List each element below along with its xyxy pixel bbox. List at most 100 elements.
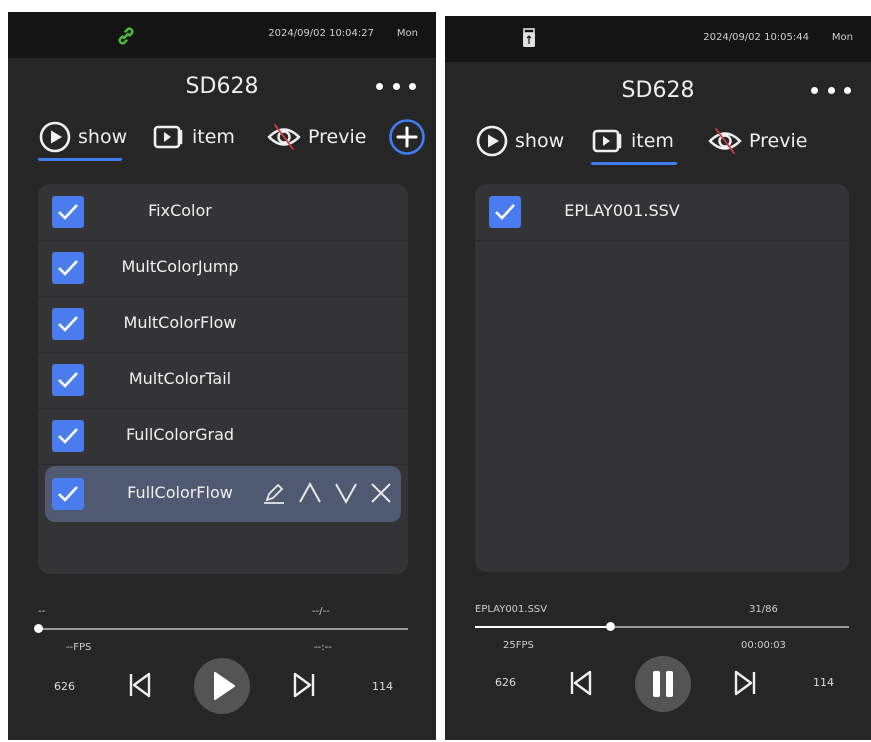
- device-title: SD628: [621, 78, 695, 103]
- item-label: EPLAY001.SSV: [564, 201, 680, 220]
- item-checkbox[interactable]: [52, 196, 84, 228]
- status-day: Mon: [396, 28, 418, 39]
- check-icon: [58, 204, 78, 220]
- tab-bar: show item Previe: [445, 122, 871, 165]
- tab-preview[interactable]: Previe: [266, 118, 366, 156]
- add-button[interactable]: [388, 118, 426, 156]
- list-item[interactable]: MultColorFlow: [38, 296, 408, 353]
- tab-label: show: [515, 130, 565, 152]
- eye-off-icon: [708, 128, 742, 154]
- previous-button[interactable]: [126, 670, 154, 700]
- list-item[interactable]: MultColorTail: [38, 352, 408, 409]
- tab-bar: show item Previe: [8, 118, 436, 161]
- pause-icon: [653, 671, 673, 697]
- video-file-icon: [592, 129, 622, 153]
- fps-label: --FPS: [66, 642, 92, 653]
- next-button[interactable]: [290, 670, 318, 700]
- item-list: EPLAY001.SSV: [475, 184, 849, 572]
- check-icon: [58, 372, 78, 388]
- list-item[interactable]: MultColorJump: [38, 240, 408, 297]
- more-dot-icon: [811, 86, 818, 94]
- item-checkbox[interactable]: [52, 364, 84, 396]
- item-checkbox[interactable]: [52, 420, 84, 452]
- previous-button[interactable]: [567, 668, 595, 698]
- frame-counter: 31/86: [749, 604, 778, 615]
- video-file-icon: [153, 125, 183, 149]
- usb-drive-icon: [523, 28, 535, 47]
- list-item[interactable]: EPLAY001.SSV: [475, 184, 849, 241]
- next-button[interactable]: [731, 668, 759, 698]
- link-icon: [118, 27, 134, 45]
- tab-label: item: [192, 126, 235, 148]
- list-item-selected[interactable]: FullColorFlow: [45, 466, 401, 522]
- more-dot-icon: [392, 82, 400, 90]
- player-controls: 626 114: [8, 658, 436, 718]
- item-label: FixColor: [148, 201, 212, 220]
- elapsed-time: --:--: [314, 642, 332, 653]
- right-value: 114: [813, 676, 834, 689]
- active-tab-indicator: [591, 162, 677, 165]
- more-dot-icon: [409, 82, 416, 90]
- elapsed-time: 00:00:03: [741, 640, 786, 651]
- progress-thumb[interactable]: [34, 624, 43, 633]
- more-dot-icon: [844, 86, 851, 94]
- tab-label: item: [631, 130, 674, 152]
- more-menu-button[interactable]: [376, 72, 416, 100]
- tab-item[interactable]: item: [152, 118, 235, 156]
- list-item[interactable]: FullColorGrad: [38, 408, 408, 465]
- item-checkbox[interactable]: [52, 252, 84, 284]
- tab-label: Previe: [749, 130, 808, 152]
- move-down-icon[interactable]: [333, 480, 359, 506]
- device-title: SD628: [185, 74, 259, 99]
- right-value: 114: [372, 680, 393, 693]
- tab-item[interactable]: item: [591, 122, 674, 160]
- list-item[interactable]: FixColor: [38, 184, 408, 241]
- pause-button[interactable]: [635, 656, 691, 712]
- check-icon: [58, 486, 78, 502]
- show-list: FixColor MultColorJump MultColorFlow Mul…: [38, 184, 408, 574]
- item-label: MultColorFlow: [123, 313, 237, 332]
- progress-track[interactable]: [34, 624, 408, 633]
- status-bar: 2024/09/02 10:04:27 Mon: [8, 12, 436, 58]
- item-label: MultColorTail: [128, 369, 232, 388]
- move-up-icon[interactable]: [297, 480, 323, 506]
- item-checkbox[interactable]: [52, 308, 84, 340]
- play-icon: [214, 672, 235, 700]
- item-checkbox[interactable]: [52, 478, 84, 510]
- status-bar: 2024/09/02 10:05:44 Mon: [445, 16, 871, 62]
- eye-off-icon: [267, 124, 301, 150]
- item-label: MultColorJump: [121, 257, 239, 276]
- file-name: EPLAY001.SSV: [475, 604, 548, 615]
- play-button[interactable]: [194, 658, 250, 714]
- fps-label: 25FPS: [503, 640, 534, 651]
- progress-thumb[interactable]: [605, 622, 615, 631]
- progress-track[interactable]: [475, 622, 849, 631]
- tab-label: show: [78, 126, 128, 148]
- check-icon: [58, 428, 78, 444]
- item-label: FullColorFlow: [127, 483, 233, 502]
- more-dot-icon: [376, 82, 383, 90]
- tab-preview[interactable]: Previe: [707, 122, 807, 160]
- player-controls: 626 114: [445, 654, 871, 714]
- check-icon: [58, 316, 78, 332]
- frame-counter: --/--: [312, 606, 330, 617]
- active-tab-indicator: [38, 158, 122, 161]
- status-time: 2024/09/02 10:05:44: [703, 32, 809, 43]
- check-icon: [58, 260, 78, 276]
- item-checkbox[interactable]: [489, 196, 521, 228]
- file-name: --: [38, 606, 46, 617]
- status-time: 2024/09/02 10:04:27: [268, 28, 374, 39]
- play-circle-icon: [476, 125, 508, 157]
- play-circle-icon: [39, 121, 71, 153]
- left-value: 626: [54, 680, 75, 693]
- item-label: FullColorGrad: [125, 425, 235, 444]
- more-dot-icon: [827, 86, 835, 94]
- more-menu-button[interactable]: [811, 76, 851, 104]
- tab-show[interactable]: show: [38, 118, 127, 156]
- tab-show[interactable]: show: [475, 122, 564, 160]
- check-icon: [495, 204, 515, 220]
- row-actions: [261, 480, 393, 506]
- phone-screen-show: 2024/09/02 10:04:27 Mon SD628 show item: [8, 12, 436, 740]
- delete-icon[interactable]: [369, 480, 393, 506]
- edit-icon[interactable]: [261, 480, 287, 506]
